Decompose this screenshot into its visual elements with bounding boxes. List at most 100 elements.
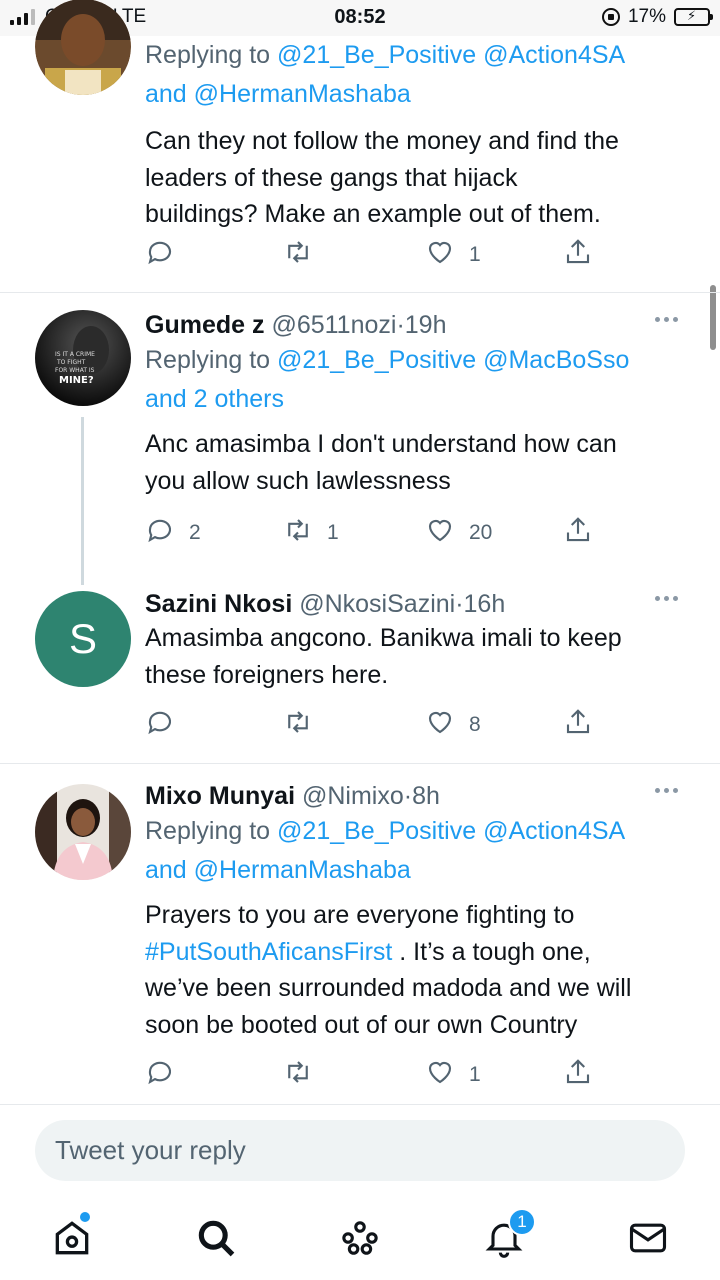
avatar-caption: FOR WHAT IS (55, 367, 95, 374)
tweet-text-line: Anc amasimba I don't understand how can (145, 430, 617, 458)
reply-count: 2 (189, 521, 201, 544)
tweet-text-line: leaders of these gangs that hijack (145, 163, 518, 192)
like-button[interactable]: 1 (425, 1057, 481, 1093)
author-handle[interactable]: @Nimixo (302, 782, 404, 810)
like-button[interactable]: 20 (425, 515, 492, 551)
share-icon (563, 707, 593, 743)
more-options-icon[interactable] (655, 317, 678, 322)
timestamp[interactable]: 19h (405, 311, 447, 339)
nav-search[interactable] (194, 1216, 238, 1260)
reply-icon (145, 237, 175, 273)
separator-dot: · (396, 311, 405, 339)
nav-home[interactable] (50, 1212, 94, 1260)
tweet-header: Gumede z @6511nozi·19h (145, 309, 692, 341)
retweet-icon (283, 1057, 313, 1093)
tweet-actions: 1 (145, 237, 605, 273)
bottom-nav: 1 (0, 1198, 720, 1280)
retweet-button[interactable]: 1 (283, 515, 339, 551)
replying-to: Replying to @21_Be_Positive @Action4SA (145, 36, 692, 75)
retweet-button[interactable] (283, 707, 327, 743)
tweet-actions: 1 (145, 1057, 605, 1093)
tweet-text-line: these foreigners here. (145, 660, 389, 689)
tweet-text-line: buildings? Make an example out of them. (145, 200, 601, 228)
like-count: 1 (469, 1063, 481, 1086)
like-count: 8 (469, 713, 481, 736)
more-options-icon[interactable] (655, 788, 678, 793)
retweet-icon (283, 515, 313, 551)
author-handle[interactable]: @NkosiSazini (299, 590, 455, 618)
share-button[interactable] (563, 1057, 593, 1093)
like-icon (425, 1057, 455, 1093)
author-name[interactable]: Gumede z (145, 311, 264, 339)
share-icon (563, 237, 593, 273)
reply-icon (145, 1057, 175, 1093)
retweet-button[interactable] (283, 1057, 327, 1093)
nav-messages[interactable] (626, 1216, 670, 1260)
reply-button[interactable] (145, 1057, 189, 1093)
notifications-icon (482, 1223, 526, 1264)
avatar-caption: TO FIGHT (56, 359, 86, 366)
like-button[interactable]: 1 (425, 237, 481, 273)
reply-button[interactable]: 2 (145, 515, 201, 551)
like-icon (425, 515, 455, 551)
reply-button[interactable] (145, 237, 189, 273)
avatar[interactable]: S (35, 591, 131, 687)
avatar[interactable]: IS IT A CRIME TO FIGHT FOR WHAT IS MINE? (35, 310, 131, 406)
replying-more-link[interactable]: and @HermanMashaba (145, 75, 692, 114)
separator-dot: · (403, 782, 413, 810)
author-handle[interactable]: @6511nozi (271, 311, 396, 339)
retweet-icon (283, 237, 313, 273)
tweet-header: Sazini Nkosi @NkosiSazini·16h (145, 588, 692, 620)
timestamp[interactable]: 8h (412, 782, 440, 810)
tweet-text-fragment: . It’s a tough one, (392, 937, 591, 966)
retweet-button[interactable] (283, 237, 327, 273)
like-button[interactable]: 8 (425, 707, 481, 743)
reply-icon (145, 707, 175, 743)
tweet-text-line: Prayers to you are everyone fighting to (145, 901, 575, 929)
avatar[interactable] (35, 0, 131, 95)
share-button[interactable] (563, 515, 593, 551)
hashtag-link[interactable]: #PutSouthAficansFirst (145, 938, 392, 966)
separator-dot: · (455, 590, 464, 618)
orientation-lock-icon (601, 8, 620, 26)
like-count: 20 (469, 521, 493, 544)
avatar[interactable] (35, 784, 131, 880)
tweet-text: Prayers to you are everyone fighting to … (145, 897, 692, 1043)
home-unread-dot (80, 1212, 90, 1222)
nav-spaces[interactable] (338, 1216, 382, 1260)
tweet-text-line: we’ve been surrounded madoda and we will (145, 974, 632, 1002)
share-button[interactable] (563, 707, 593, 743)
share-icon (563, 1057, 593, 1093)
reply-button[interactable] (145, 707, 189, 743)
scroll-indicator[interactable] (710, 285, 716, 350)
replying-prefix: Replying to (145, 346, 271, 374)
replying-more-link[interactable]: and 2 others (145, 380, 692, 419)
replying-prefix: Replying to (145, 817, 271, 845)
replying-handles[interactable]: @21_Be_Positive @Action4SA (277, 817, 625, 845)
retweet-count: 1 (327, 521, 339, 544)
reply-placeholder: Tweet your reply (55, 1135, 246, 1165)
replying-to: Replying to @21_Be_Positive @Action4SA (145, 812, 692, 851)
author-name[interactable]: Sazini Nkosi (145, 590, 292, 618)
author-name[interactable]: Mixo Munyai (145, 782, 295, 810)
tweet-text-line: #PutSouthAficansFirst . It’s a tough one… (145, 934, 692, 971)
reply-icon (145, 515, 175, 551)
retweet-icon (283, 707, 313, 743)
status-right: 17% ⚡ (601, 6, 713, 28)
tweet-text-line: Amasimba angcono. Banikwa imali to keep (145, 624, 622, 652)
tweet-text: Can they not follow the money and find t… (145, 123, 692, 233)
replying-more-link[interactable]: and @HermanMashaba (145, 851, 692, 890)
replying-handles[interactable]: @21_Be_Positive @Action4SA (277, 41, 625, 69)
messages-icon (626, 1223, 670, 1264)
replying-handles[interactable]: @21_Be_Positive @MacBoSso (277, 346, 629, 374)
nav-notifications[interactable]: 1 (482, 1208, 536, 1260)
more-options-icon[interactable] (655, 596, 678, 601)
tweet-text: Amasimba angcono. Banikwa imali to keep … (145, 620, 692, 693)
tweet-text-line: Can they not follow the money and find t… (145, 127, 619, 155)
like-icon (425, 237, 455, 273)
timestamp[interactable]: 16h (464, 590, 506, 618)
divider (0, 1104, 720, 1105)
share-button[interactable] (563, 237, 593, 273)
tweet-text-line: soon be booted out of our own Country (145, 1010, 578, 1039)
reply-input[interactable]: Tweet your reply (35, 1120, 685, 1181)
